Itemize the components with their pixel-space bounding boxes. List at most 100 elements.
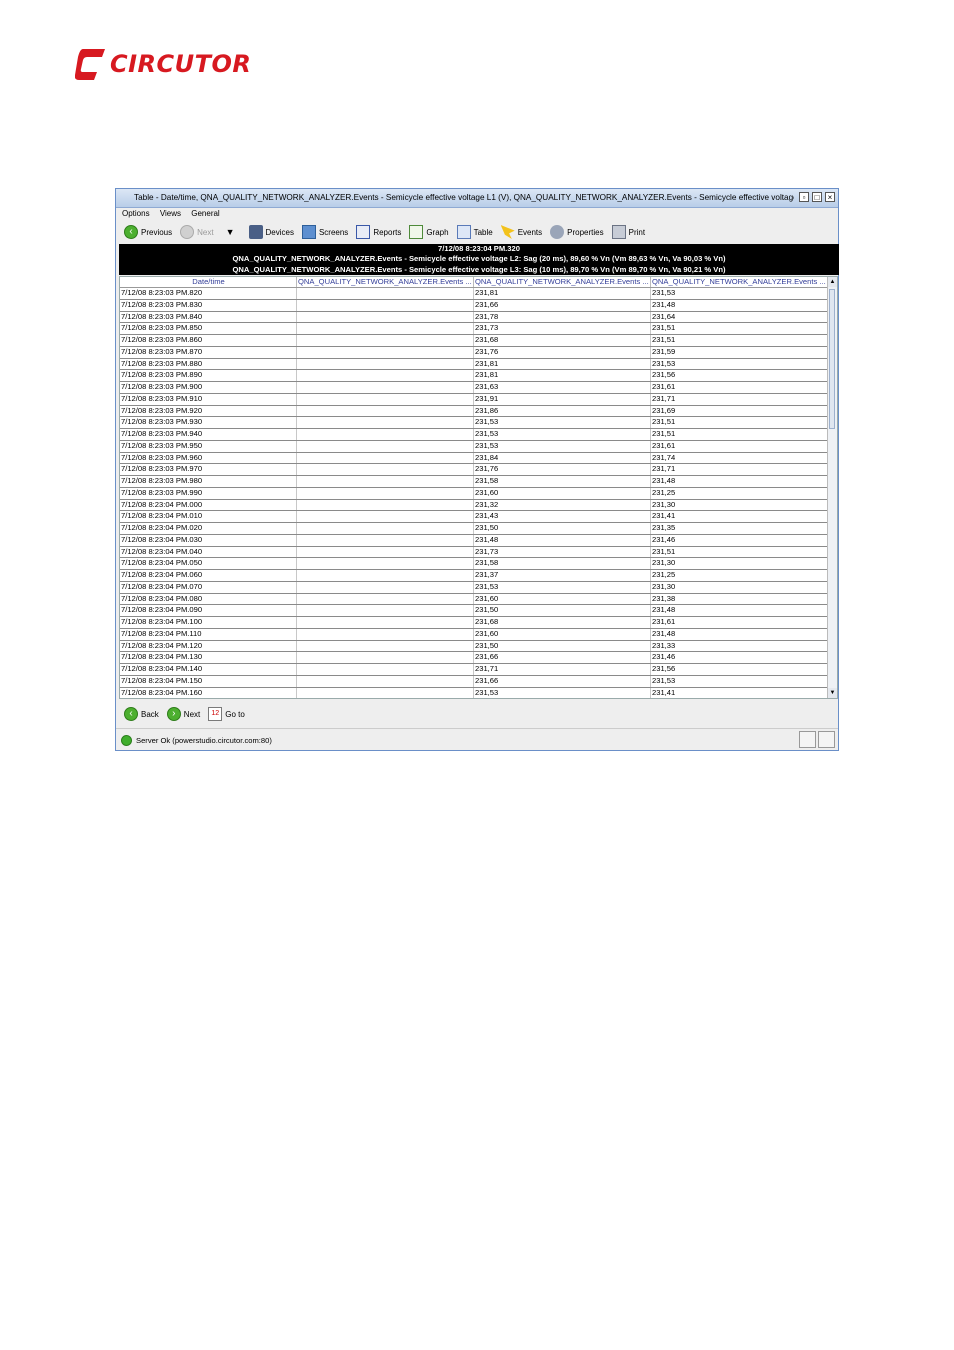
cell-value: 231,63 bbox=[474, 382, 651, 393]
minimize-icon[interactable]: ▫ bbox=[799, 192, 809, 202]
scroll-down-icon[interactable]: ▼ bbox=[828, 688, 837, 698]
cell-datetime: 7/12/08 8:23:04 PM.080 bbox=[120, 593, 297, 605]
table-row[interactable]: 7/12/08 8:23:04 PM.140 231,71 231,56 bbox=[120, 664, 828, 676]
table-row[interactable]: 7/12/08 8:23:04 PM.010 231,43 231,41 bbox=[120, 511, 828, 523]
cell-datetime: 7/12/08 8:23:04 PM.150 bbox=[120, 675, 297, 687]
cell-datetime: 7/12/08 8:23:03 PM.910 bbox=[120, 393, 297, 405]
cell-value: 231,73 bbox=[474, 546, 651, 558]
menu-general[interactable]: General bbox=[191, 209, 219, 218]
table-row[interactable]: 7/12/08 8:23:03 PM.950 231,53 231,61 bbox=[120, 440, 828, 453]
table-row[interactable]: 7/12/08 8:23:03 PM.840 231,78 231,64 bbox=[120, 311, 828, 324]
devices-label: Devices bbox=[265, 227, 294, 237]
screens-button[interactable]: Screens bbox=[301, 225, 348, 239]
table-row[interactable]: 7/12/08 8:23:03 PM.870 231,76 231,59 bbox=[120, 346, 828, 359]
next-button-disabled[interactable]: Next bbox=[180, 225, 214, 239]
next-button[interactable]: › Next bbox=[166, 707, 200, 721]
table-row[interactable]: 7/12/08 8:23:03 PM.960 231,84 231,74 bbox=[120, 452, 828, 465]
table-row[interactable]: 7/12/08 8:23:03 PM.860 231,68 231,51 bbox=[120, 335, 828, 347]
table-row[interactable]: 7/12/08 8:23:03 PM.880 231,81 231,53 bbox=[120, 358, 828, 371]
cell-datetime: 7/12/08 8:23:04 PM.020 bbox=[120, 523, 297, 534]
maximize-icon[interactable]: □ bbox=[812, 192, 822, 202]
column-header-datetime[interactable]: Date/time bbox=[120, 277, 297, 287]
devices-button[interactable]: Devices bbox=[248, 225, 294, 239]
chevron-down-icon[interactable]: ▼ bbox=[226, 227, 235, 237]
arrow-right-icon: › bbox=[166, 707, 181, 721]
cell-value bbox=[297, 499, 474, 511]
table-row[interactable]: 7/12/08 8:23:04 PM.030 231,48 231,46 bbox=[120, 534, 828, 547]
window-titlebar[interactable]: Table - Date/time, QNA_QUALITY_NETWORK_A… bbox=[116, 189, 838, 208]
table-row[interactable]: 7/12/08 8:23:03 PM.890 231,81 231,56 bbox=[120, 370, 828, 382]
menu-views[interactable]: Views bbox=[160, 209, 181, 218]
cell-value: 231,46 bbox=[651, 652, 828, 663]
cell-datetime: 7/12/08 8:23:03 PM.870 bbox=[120, 346, 297, 358]
column-header-events-3[interactable]: QNA_QUALITY_NETWORK_ANALYZER.Events ... bbox=[651, 277, 828, 287]
menu-options[interactable]: Options bbox=[122, 209, 150, 218]
cell-datetime: 7/12/08 8:23:03 PM.860 bbox=[120, 335, 297, 346]
cell-value: 231,53 bbox=[651, 288, 828, 299]
table-row[interactable]: 7/12/08 8:23:04 PM.120 231,50 231,33 bbox=[120, 640, 828, 653]
cell-value: 231,91 bbox=[474, 393, 651, 405]
cell-value bbox=[297, 546, 474, 558]
table-row[interactable]: 7/12/08 8:23:04 PM.060 231,37 231,25 bbox=[120, 570, 828, 582]
table-row[interactable]: 7/12/08 8:23:04 PM.100 231,68 231,61 bbox=[120, 617, 828, 629]
table-row[interactable]: 7/12/08 8:23:04 PM.020 231,50 231,35 bbox=[120, 523, 828, 535]
circutor-logo: CIRCUTOR bbox=[75, 46, 251, 82]
scroll-up-icon[interactable]: ▲ bbox=[828, 277, 837, 287]
table-row[interactable]: 7/12/08 8:23:04 PM.110 231,60 231,48 bbox=[120, 628, 828, 641]
cell-datetime: 7/12/08 8:23:03 PM.930 bbox=[120, 417, 297, 428]
back-button[interactable]: ‹ Back bbox=[124, 707, 159, 721]
cell-datetime: 7/12/08 8:23:04 PM.050 bbox=[120, 558, 297, 569]
table-row[interactable]: 7/12/08 8:23:03 PM.990 231,60 231,25 bbox=[120, 487, 828, 500]
cell-value: 231,37 bbox=[474, 570, 651, 581]
column-header-events-1[interactable]: QNA_QUALITY_NETWORK_ANALYZER.Events ... bbox=[297, 277, 474, 287]
table-row[interactable]: 7/12/08 8:23:04 PM.050 231,58 231,30 bbox=[120, 558, 828, 570]
events-button[interactable]: Events bbox=[500, 225, 542, 239]
cell-value: 231,58 bbox=[474, 476, 651, 487]
table-row[interactable]: 7/12/08 8:23:03 PM.910 231,91 231,71 bbox=[120, 393, 828, 406]
properties-button[interactable]: Properties bbox=[550, 225, 604, 239]
table-row[interactable]: 7/12/08 8:23:04 PM.150 231,66 231,53 bbox=[120, 675, 828, 688]
cell-value: 231,53 bbox=[651, 675, 828, 687]
connection-icon[interactable] bbox=[799, 731, 816, 748]
table-row[interactable]: 7/12/08 8:23:03 PM.850 231,73 231,51 bbox=[120, 323, 828, 335]
table-row[interactable]: 7/12/08 8:23:04 PM.160 231,53 231,41 bbox=[120, 687, 828, 698]
print-button[interactable]: Print bbox=[611, 225, 645, 239]
cell-datetime: 7/12/08 8:23:04 PM.120 bbox=[120, 640, 297, 652]
table-window: Table - Date/time, QNA_QUALITY_NETWORK_A… bbox=[115, 188, 839, 751]
cell-value bbox=[297, 652, 474, 663]
previous-button[interactable]: ‹ Previous bbox=[124, 225, 172, 239]
cell-value bbox=[297, 675, 474, 687]
table-row[interactable]: 7/12/08 8:23:03 PM.820 231,81 231,53 bbox=[120, 288, 828, 300]
table-row[interactable]: 7/12/08 8:23:03 PM.970 231,76 231,71 bbox=[120, 464, 828, 476]
table-row[interactable]: 7/12/08 8:23:03 PM.900 231,63 231,61 bbox=[120, 382, 828, 394]
graph-button[interactable]: Graph bbox=[409, 225, 449, 239]
device-icon bbox=[248, 225, 263, 239]
table-row[interactable]: 7/12/08 8:23:03 PM.930 231,53 231,51 bbox=[120, 417, 828, 429]
cell-value bbox=[297, 570, 474, 581]
cell-value bbox=[297, 558, 474, 569]
reports-button[interactable]: Reports bbox=[356, 225, 401, 239]
cell-value bbox=[297, 476, 474, 487]
cell-value bbox=[297, 664, 474, 675]
close-icon[interactable]: × bbox=[825, 192, 835, 202]
vertical-scrollbar[interactable]: ▲ ▼ bbox=[827, 277, 837, 698]
column-header-events-2[interactable]: QNA_QUALITY_NETWORK_ANALYZER.Events ... bbox=[474, 277, 651, 287]
table-row[interactable]: 7/12/08 8:23:04 PM.130 231,66 231,46 bbox=[120, 652, 828, 664]
table-row[interactable]: 7/12/08 8:23:03 PM.980 231,58 231,48 bbox=[120, 476, 828, 488]
previous-label: Previous bbox=[141, 227, 173, 237]
table-row[interactable]: 7/12/08 8:23:04 PM.080 231,60 231,38 bbox=[120, 593, 828, 606]
table-row[interactable]: 7/12/08 8:23:03 PM.920 231,86 231,69 bbox=[120, 405, 828, 418]
table-row[interactable]: 7/12/08 8:23:04 PM.070 231,53 231,30 bbox=[120, 581, 828, 594]
cell-datetime: 7/12/08 8:23:03 PM.850 bbox=[120, 323, 297, 334]
table-row[interactable]: 7/12/08 8:23:04 PM.040 231,73 231,51 bbox=[120, 546, 828, 559]
goto-button[interactable]: 12 Go to bbox=[208, 707, 245, 721]
cell-value: 231,53 bbox=[474, 417, 651, 428]
table-row[interactable]: 7/12/08 8:23:03 PM.940 231,53 231,51 bbox=[120, 429, 828, 441]
cell-value: 231,84 bbox=[474, 452, 651, 464]
cell-value bbox=[297, 405, 474, 417]
table-button[interactable]: Table bbox=[456, 225, 493, 239]
scroll-thumb[interactable] bbox=[829, 289, 835, 429]
table-row[interactable]: 7/12/08 8:23:04 PM.090 231,50 231,48 bbox=[120, 605, 828, 617]
table-row[interactable]: 7/12/08 8:23:03 PM.830 231,66 231,48 bbox=[120, 299, 828, 312]
table-row[interactable]: 7/12/08 8:23:04 PM.000 231,32 231,30 bbox=[120, 499, 828, 512]
